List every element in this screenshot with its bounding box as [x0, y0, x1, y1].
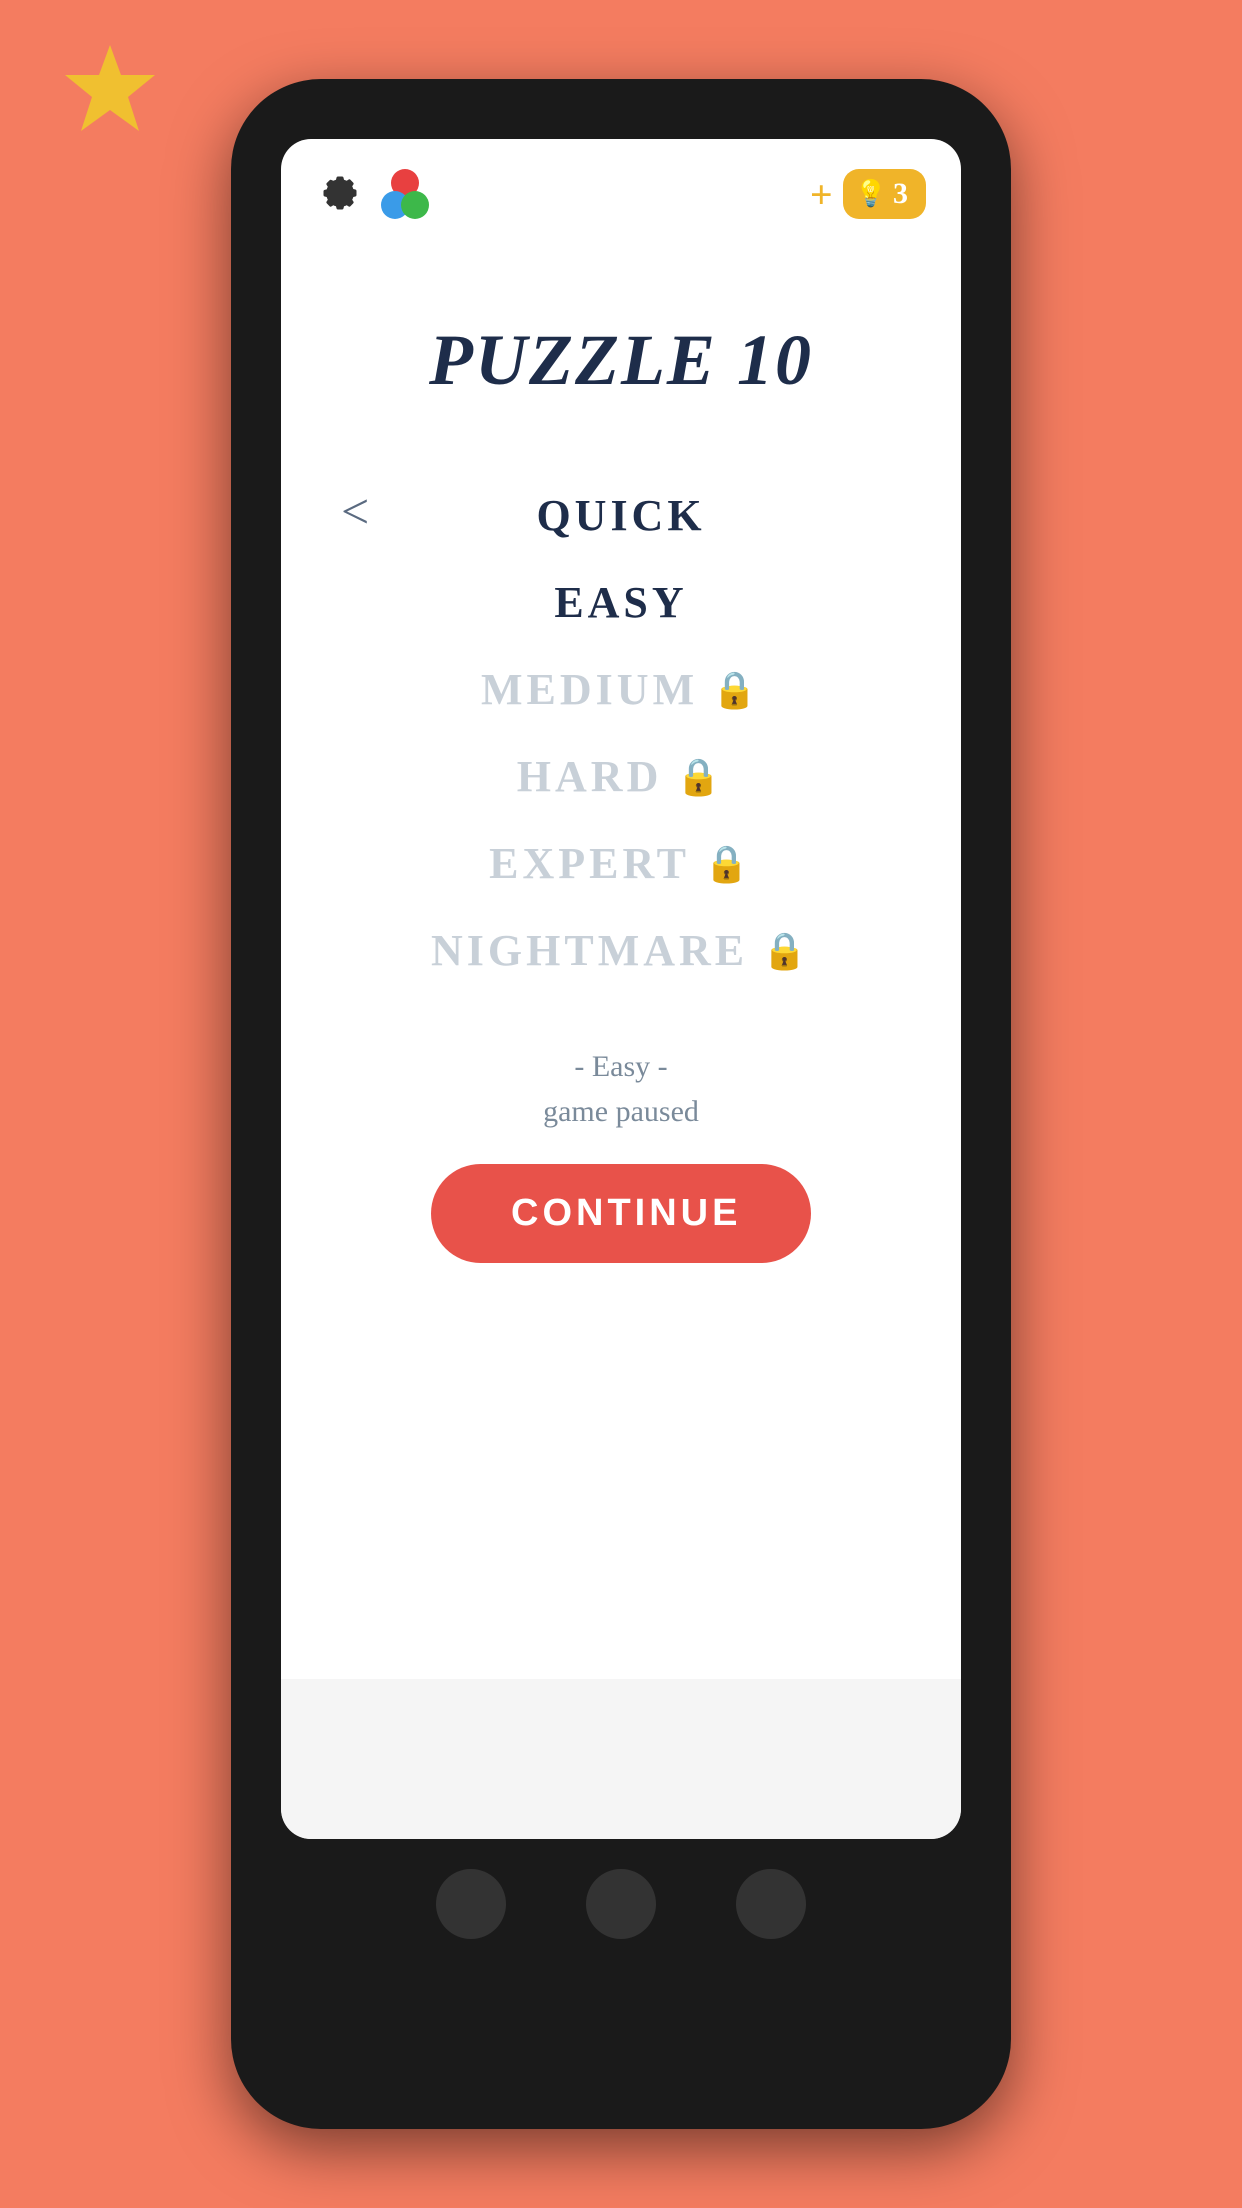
top-right-icons: + 💡 3: [810, 169, 926, 219]
gc-green-circle: [401, 191, 429, 219]
lock-expert-icon: 🔒: [704, 843, 753, 885]
lock-nightmare-icon: 🔒: [762, 930, 811, 972]
difficulty-nightmare: NIGHTMARE 🔒: [281, 907, 961, 994]
difficulty-quick[interactable]: QUICK: [281, 472, 961, 559]
puzzle-title: PUZZLE 10: [429, 319, 813, 402]
phone-frame: + 💡 3 PUZZLE 10 < QUICK EASY MEDIUM: [231, 79, 1011, 2129]
bottom-decoration: [281, 1679, 961, 1839]
difficulty-easy[interactable]: EASY: [281, 559, 961, 646]
hint-badge[interactable]: 💡 3: [843, 169, 926, 219]
difficulty-section: < QUICK EASY MEDIUM 🔒 HARD 🔒 EXPERT: [281, 472, 961, 994]
top-bar: + 💡 3: [281, 139, 961, 239]
hint-bulb-icon: 💡: [855, 179, 887, 209]
game-center-icon[interactable]: [381, 169, 431, 219]
lock-hard-icon: 🔒: [676, 756, 725, 798]
star-decoration: [60, 40, 160, 140]
difficulty-hard: HARD 🔒: [281, 733, 961, 820]
lock-medium-icon: 🔒: [712, 669, 761, 711]
phone-bottom-buttons: [436, 1869, 806, 1939]
phone-button-right: [736, 1869, 806, 1939]
settings-icon[interactable]: [316, 169, 366, 219]
status-text: - Easy - game paused: [543, 1044, 699, 1134]
app-screen: + 💡 3 PUZZLE 10 < QUICK EASY MEDIUM: [281, 139, 961, 1839]
difficulty-expert: EXPERT 🔒: [281, 820, 961, 907]
hint-count: 3: [893, 177, 908, 211]
difficulty-medium: MEDIUM 🔒: [281, 646, 961, 733]
phone-button-center: [586, 1869, 656, 1939]
continue-button[interactable]: CONTINUE: [431, 1164, 811, 1263]
add-hints-button[interactable]: +: [810, 171, 833, 218]
top-left-icons: [316, 169, 431, 219]
phone-button-left: [436, 1869, 506, 1939]
